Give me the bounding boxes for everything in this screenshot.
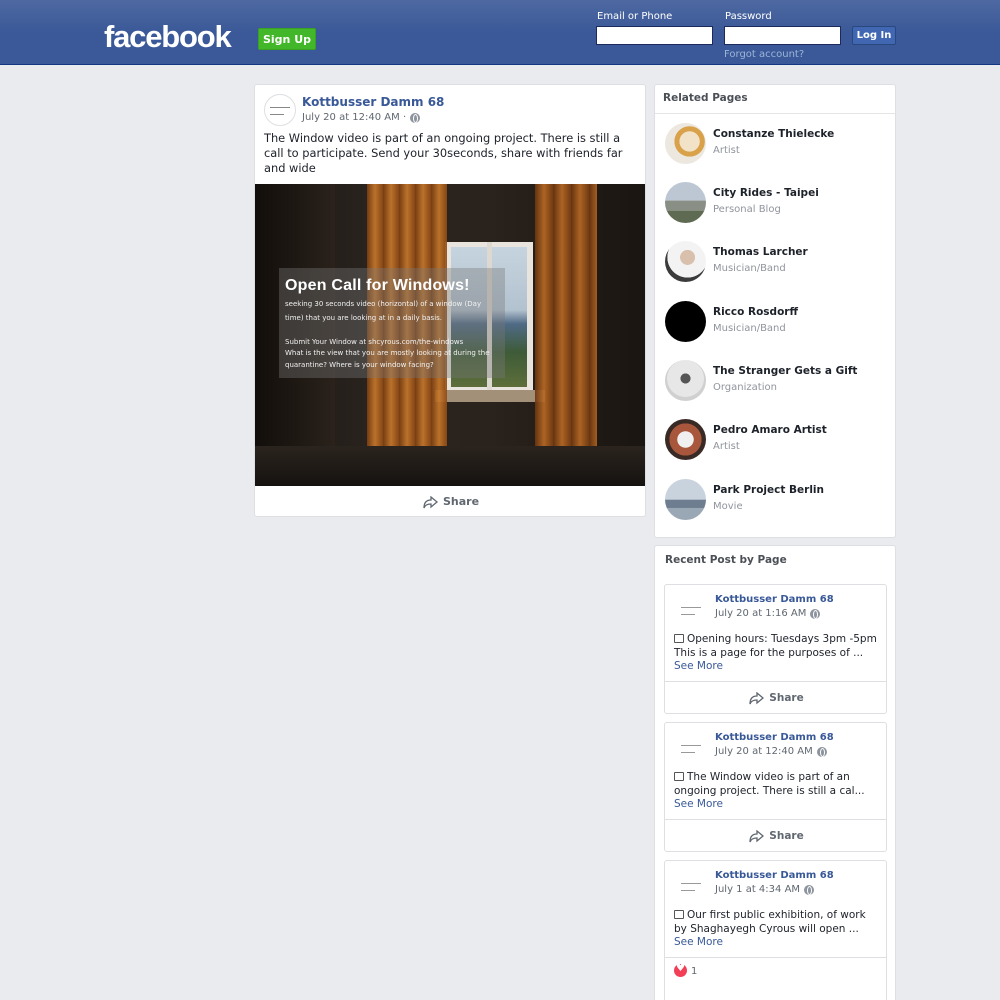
related-page-item[interactable]: Thomas Larcher Musician/Band xyxy=(665,241,885,283)
related-page-item[interactable]: Constanze Thielecke Artist xyxy=(665,123,885,165)
related-page-avatar xyxy=(665,360,706,401)
see-more-link[interactable]: See More xyxy=(674,798,723,810)
recent-post-page-name[interactable]: Kottbusser Damm 68 xyxy=(715,594,834,605)
related-page-category: Personal Blog xyxy=(713,204,781,215)
related-pages: Related Pages Constanze Thielecke Artist… xyxy=(654,84,896,538)
related-page-avatar xyxy=(665,182,706,223)
forgot-account-link[interactable]: Forgot account? xyxy=(724,49,804,60)
video-icon xyxy=(674,772,684,781)
recent-post-page-name[interactable]: Kottbusser Damm 68 xyxy=(715,870,834,881)
related-page-category: Organization xyxy=(713,382,777,393)
related-page-item[interactable]: Ricco Rosdorff Musician/Band xyxy=(665,301,885,343)
recent-post-date-text: July 1 at 4:34 AM xyxy=(715,884,801,895)
share-icon xyxy=(749,829,765,842)
share-icon xyxy=(749,691,765,704)
related-pages-title: Related Pages xyxy=(663,92,748,104)
related-page-avatar xyxy=(665,301,706,342)
calendar-icon xyxy=(674,910,684,919)
post-date[interactable]: July 20 at 12:40 AM · xyxy=(302,112,421,123)
related-page-item[interactable]: Park Project Berlin Movie xyxy=(665,479,885,521)
post-share-button[interactable]: Share xyxy=(255,486,645,516)
related-page-category: Musician/Band xyxy=(713,323,786,334)
email-input[interactable] xyxy=(596,26,713,45)
post-image[interactable]: Open Call for Windows! seeking 30 second… xyxy=(255,184,645,486)
related-page-name: Constanze Thielecke xyxy=(713,128,835,140)
recent-posts-title: Recent Post by Page xyxy=(665,554,787,566)
recent-post-card: Kottbusser Damm 68 July 20 at 12:40 AM T… xyxy=(664,722,887,852)
page-avatar[interactable] xyxy=(264,94,296,126)
recent-post-share-button[interactable]: Share xyxy=(665,820,886,851)
related-page-name: Pedro Amaro Artist xyxy=(713,424,827,436)
globe-icon xyxy=(410,112,421,123)
recent-post-card: Kottbusser Damm 68 July 1 at 4:34 AM Our… xyxy=(664,860,887,1000)
recent-post-text: Opening hours: Tuesdays 3pm -5pm This is… xyxy=(674,633,879,660)
email-label: Email or Phone xyxy=(597,11,673,22)
image-line: What is the view that you are mostly loo… xyxy=(285,349,490,357)
see-more-link[interactable]: See More xyxy=(674,660,723,672)
globe-icon xyxy=(816,746,827,757)
recent-post-text-content: Opening hours: Tuesdays 3pm -5pm This is… xyxy=(674,633,877,659)
related-page-name: Ricco Rosdorff xyxy=(713,306,798,318)
recent-post-avatar[interactable] xyxy=(675,594,709,628)
recent-post-avatar[interactable] xyxy=(675,732,709,766)
recent-post-text-content: The Window video is part of an ongoing p… xyxy=(674,771,865,797)
recent-post-date[interactable]: July 20 at 1:16 AM xyxy=(715,608,821,619)
sign-up-button[interactable]: Sign Up xyxy=(258,28,316,50)
recent-post-date-text: July 20 at 1:16 AM xyxy=(715,608,807,619)
related-page-name: Thomas Larcher xyxy=(713,246,808,258)
recent-post-share-button[interactable]: Share xyxy=(665,682,886,713)
password-label: Password xyxy=(725,11,772,22)
top-bar: facebook Sign Up Email or Phone Password… xyxy=(0,0,1000,65)
recent-post-date[interactable]: July 20 at 12:40 AM xyxy=(715,746,827,757)
recent-post-text: Our first public exhibition, of work by … xyxy=(674,909,879,936)
related-page-item[interactable]: Pedro Amaro Artist Artist xyxy=(665,419,885,461)
globe-icon xyxy=(804,884,815,895)
related-page-avatar xyxy=(665,479,706,520)
love-reaction-icon[interactable] xyxy=(674,963,687,977)
image-line: quarantine? Where is your window facing? xyxy=(285,361,434,369)
recent-post-text-content: Our first public exhibition, of work by … xyxy=(674,909,866,935)
related-page-category: Movie xyxy=(713,501,743,512)
related-page-item[interactable]: The Stranger Gets a Gift Organization xyxy=(665,360,885,402)
share-icon xyxy=(423,495,438,508)
post-page-name[interactable]: Kottbusser Damm 68 xyxy=(302,95,444,109)
related-page-item[interactable]: City Rides - Taipei Personal Blog xyxy=(665,182,885,224)
recent-post-share-label: Share xyxy=(769,829,804,842)
related-page-category: Musician/Band xyxy=(713,263,786,274)
facebook-logo[interactable]: facebook xyxy=(104,19,232,55)
log-in-button[interactable]: Log In xyxy=(852,26,896,45)
recent-post-text: The Window video is part of an ongoing p… xyxy=(674,771,879,798)
related-page-category: Artist xyxy=(713,145,740,156)
main-post: Kottbusser Damm 68 July 20 at 12:40 AM ·… xyxy=(254,84,646,517)
image-line: Submit Your Window at shcyrous.com/the-w… xyxy=(285,338,464,346)
related-page-name: The Stranger Gets a Gift xyxy=(713,365,858,377)
related-page-name: Park Project Berlin xyxy=(713,484,824,496)
recent-posts: Recent Post by Page Kottbusser Damm 68 J… xyxy=(654,545,896,1000)
image-line: time) that you are looking at in a daily… xyxy=(285,314,443,322)
related-page-name: City Rides - Taipei xyxy=(713,187,819,199)
related-page-avatar xyxy=(665,123,706,164)
related-page-category: Artist xyxy=(713,441,740,452)
post-share-label: Share xyxy=(442,495,480,508)
recent-post-avatar[interactable] xyxy=(675,870,709,904)
post-date-text: July 20 at 12:40 AM · xyxy=(302,112,407,123)
globe-icon xyxy=(810,608,821,619)
reaction-count[interactable]: 1 xyxy=(691,966,697,977)
recent-post-share-label: Share xyxy=(769,691,804,704)
recent-post-card: Kottbusser Damm 68 July 20 at 1:16 AM Op… xyxy=(664,584,887,714)
related-page-avatar xyxy=(665,241,706,282)
image-title: Open Call for Windows! xyxy=(285,277,470,294)
image-line: seeking 30 seconds video (horizontal) of… xyxy=(285,300,482,308)
link-icon xyxy=(674,634,684,643)
see-more-link[interactable]: See More xyxy=(674,936,723,948)
related-page-avatar xyxy=(665,419,706,460)
recent-post-date-text: July 20 at 12:40 AM xyxy=(715,746,813,757)
post-text: The Window video is part of an ongoing p… xyxy=(264,131,623,175)
recent-post-date[interactable]: July 1 at 4:34 AM xyxy=(715,884,815,895)
password-input[interactable] xyxy=(724,26,841,45)
recent-post-page-name[interactable]: Kottbusser Damm 68 xyxy=(715,732,834,743)
